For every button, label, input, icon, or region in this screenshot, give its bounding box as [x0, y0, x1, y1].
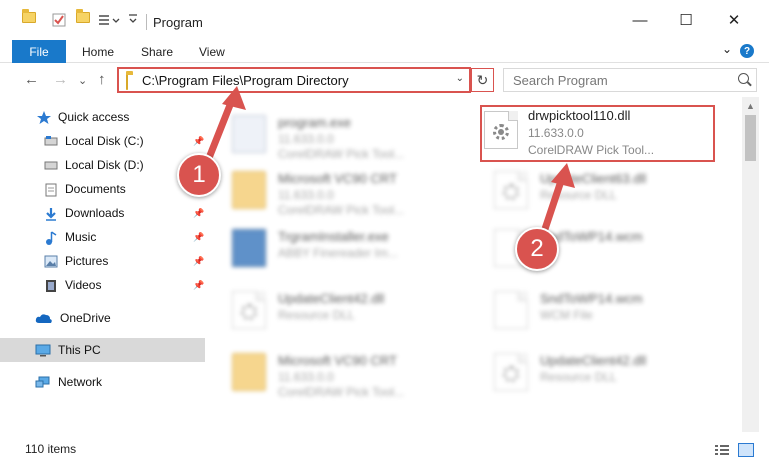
arrow-head-1: [222, 86, 246, 110]
arrow-head-2: [551, 163, 575, 188]
callout-badge-1: 1: [177, 153, 221, 197]
callout-arrows: [201, 86, 575, 242]
callout-badge-2: 2: [515, 227, 559, 271]
